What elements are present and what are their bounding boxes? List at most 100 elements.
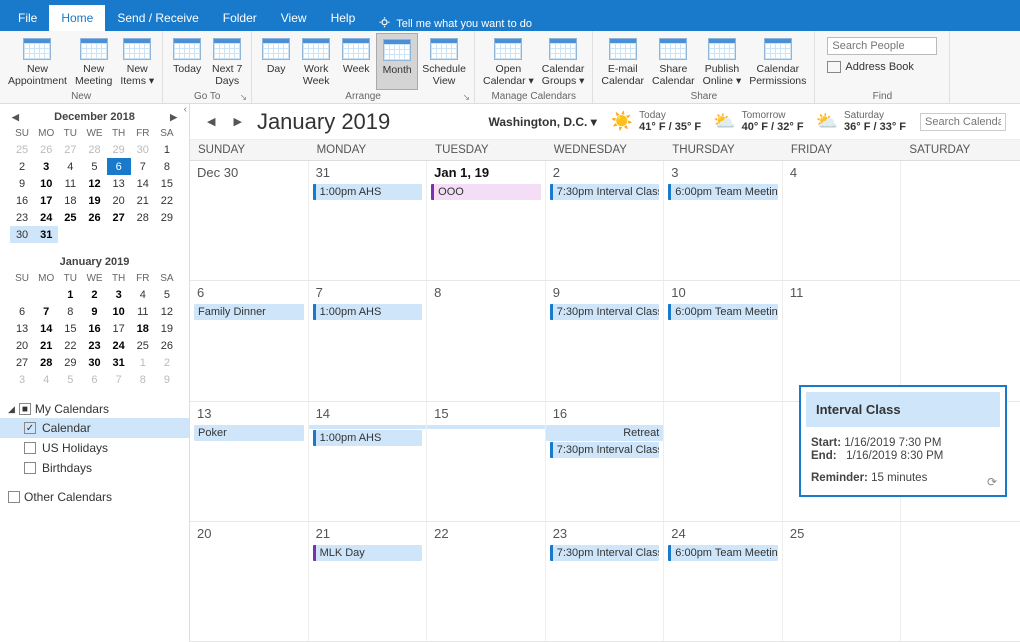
ribbon-month[interactable]: Month xyxy=(376,33,418,90)
mini-day[interactable]: 21 xyxy=(34,337,58,354)
calendar-event[interactable]: 6:00pm Team Meeting; Zoom xyxy=(668,184,778,200)
mini-day[interactable]: 12 xyxy=(155,303,179,320)
mini-day[interactable]: 7 xyxy=(131,158,155,175)
day-cell[interactable] xyxy=(901,161,1020,280)
ribbon-week[interactable]: Week xyxy=(336,33,376,90)
mini-day[interactable]: 23 xyxy=(10,209,34,226)
tab-folder[interactable]: Folder xyxy=(211,5,269,31)
search-people-input[interactable] xyxy=(827,37,937,55)
mini-day[interactable]: 1 xyxy=(155,141,179,158)
day-cell[interactable]: 22 xyxy=(427,522,546,641)
calendar-event[interactable] xyxy=(427,425,545,429)
next-month-icon[interactable]: ▶ xyxy=(230,115,244,128)
tab-file[interactable]: File xyxy=(6,5,49,31)
ribbon-today[interactable]: Today xyxy=(167,33,207,90)
day-cell[interactable]: 27:30pm Interval Class xyxy=(546,161,665,280)
mini-day[interactable]: 12 xyxy=(82,175,106,192)
day-cell[interactable]: 6Family Dinner xyxy=(190,281,309,400)
day-cell[interactable] xyxy=(664,402,783,521)
mini-day[interactable]: 30 xyxy=(82,354,106,371)
mini-day[interactable]: 1 xyxy=(58,286,82,303)
mini-day[interactable]: 10 xyxy=(107,303,131,320)
day-cell[interactable]: 25 xyxy=(783,522,902,641)
calendar-event[interactable]: 7:30pm Interval Class xyxy=(550,442,660,458)
mini-day[interactable]: 30 xyxy=(10,226,34,243)
mini-day[interactable]: 25 xyxy=(131,337,155,354)
mini-day[interactable]: 3 xyxy=(10,371,34,388)
calendar-event[interactable]: 6:00pm Team Meeting; Zoom xyxy=(668,545,778,561)
mini-day[interactable]: 8 xyxy=(58,303,82,320)
mini-day[interactable]: 13 xyxy=(10,320,34,337)
search-calendar-input[interactable] xyxy=(920,113,1006,131)
mini-prev-icon[interactable]: ◀ xyxy=(10,110,21,125)
mini-day[interactable]: 4 xyxy=(131,286,155,303)
day-cell[interactable]: 141:00pm AHS xyxy=(309,402,428,521)
ribbon-new-items-[interactable]: New Items ▾ xyxy=(116,33,158,90)
mini-day[interactable]: 29 xyxy=(107,141,131,158)
day-cell[interactable]: 246:00pm Team Meeting; Zoom xyxy=(664,522,783,641)
mini-day[interactable]: 28 xyxy=(82,141,106,158)
tell-me-search[interactable]: Tell me what you want to do xyxy=(377,16,532,31)
mini-day[interactable]: 3 xyxy=(34,158,58,175)
tab-send-receive[interactable]: Send / Receive xyxy=(105,5,210,31)
mini-day[interactable]: 3 xyxy=(107,286,131,303)
mini-day[interactable]: 5 xyxy=(155,286,179,303)
calendar-event[interactable]: MLK Day xyxy=(313,545,423,561)
prev-month-icon[interactable]: ◀ xyxy=(204,115,218,128)
mini-day[interactable]: 6 xyxy=(10,303,34,320)
calendar-event[interactable]: Poker xyxy=(194,425,304,441)
calendar-event[interactable]: 7:30pm Interval Class xyxy=(550,545,660,561)
mini-day[interactable]: 9 xyxy=(82,303,106,320)
day-cell[interactable]: 71:00pm AHS xyxy=(309,281,428,400)
refresh-icon[interactable]: ⟳ xyxy=(987,475,997,489)
mini-day[interactable]: 8 xyxy=(131,371,155,388)
ribbon-calendar-permissions[interactable]: Calendar Permissions xyxy=(745,33,810,90)
day-cell[interactable]: 15 xyxy=(427,402,546,521)
calendar-event[interactable]: 1:00pm AHS xyxy=(313,304,423,320)
mini-day[interactable]: 4 xyxy=(34,371,58,388)
calendar-item-calendar[interactable]: ✓Calendar xyxy=(0,418,189,438)
mini-day[interactable]: 23 xyxy=(82,337,106,354)
mini-day[interactable]: 18 xyxy=(131,320,155,337)
mini-day[interactable]: 13 xyxy=(107,175,131,192)
day-cell[interactable]: Jan 1, 19OOO xyxy=(427,161,546,280)
mini-day[interactable]: 27 xyxy=(58,141,82,158)
ribbon-e-mail-calendar[interactable]: E-mail Calendar xyxy=(597,33,648,90)
mini-day[interactable]: 21 xyxy=(131,192,155,209)
mini-day[interactable] xyxy=(10,286,34,303)
calendar-event[interactable]: Family Dinner xyxy=(194,304,304,320)
mini-day[interactable]: 2 xyxy=(82,286,106,303)
mini-day[interactable]: 27 xyxy=(107,209,131,226)
mini-day[interactable]: 7 xyxy=(34,303,58,320)
mini-day[interactable]: 22 xyxy=(155,192,179,209)
mini-day[interactable]: 14 xyxy=(131,175,155,192)
ribbon-new-meeting[interactable]: New Meeting xyxy=(71,33,116,90)
sidebar-collapse-icon[interactable]: ‹ xyxy=(184,104,187,115)
mini-day[interactable]: 5 xyxy=(82,158,106,175)
mini-day[interactable]: 19 xyxy=(82,192,106,209)
mini-day[interactable]: 9 xyxy=(155,371,179,388)
day-cell[interactable]: 8 xyxy=(427,281,546,400)
mini-day[interactable]: 20 xyxy=(107,192,131,209)
mini-day[interactable]: 15 xyxy=(155,175,179,192)
mini-day[interactable]: 26 xyxy=(155,337,179,354)
day-cell[interactable]: 106:00pm Team Meeting; Zoom xyxy=(664,281,783,400)
location-selector[interactable]: Washington, D.C. ▾ xyxy=(489,115,597,129)
mini-day[interactable]: 24 xyxy=(34,209,58,226)
day-cell[interactable]: Dec 30 xyxy=(190,161,309,280)
mini-day[interactable]: 25 xyxy=(58,209,82,226)
day-cell[interactable]: 20 xyxy=(190,522,309,641)
ribbon-publish-online-[interactable]: Publish Online ▾ xyxy=(699,33,746,90)
mini-day[interactable]: 18 xyxy=(58,192,82,209)
mini-day[interactable] xyxy=(34,286,58,303)
mini-day[interactable]: 26 xyxy=(34,141,58,158)
day-cell[interactable] xyxy=(901,281,1020,400)
mini-day[interactable]: 29 xyxy=(58,354,82,371)
mini-day[interactable]: 4 xyxy=(58,158,82,175)
mini-day[interactable]: 31 xyxy=(107,354,131,371)
calendar-event[interactable] xyxy=(309,425,427,429)
mini-day[interactable]: 28 xyxy=(131,209,155,226)
mini-day[interactable]: 9 xyxy=(10,175,34,192)
mini-day[interactable]: 28 xyxy=(34,354,58,371)
tab-home[interactable]: Home xyxy=(49,5,105,31)
